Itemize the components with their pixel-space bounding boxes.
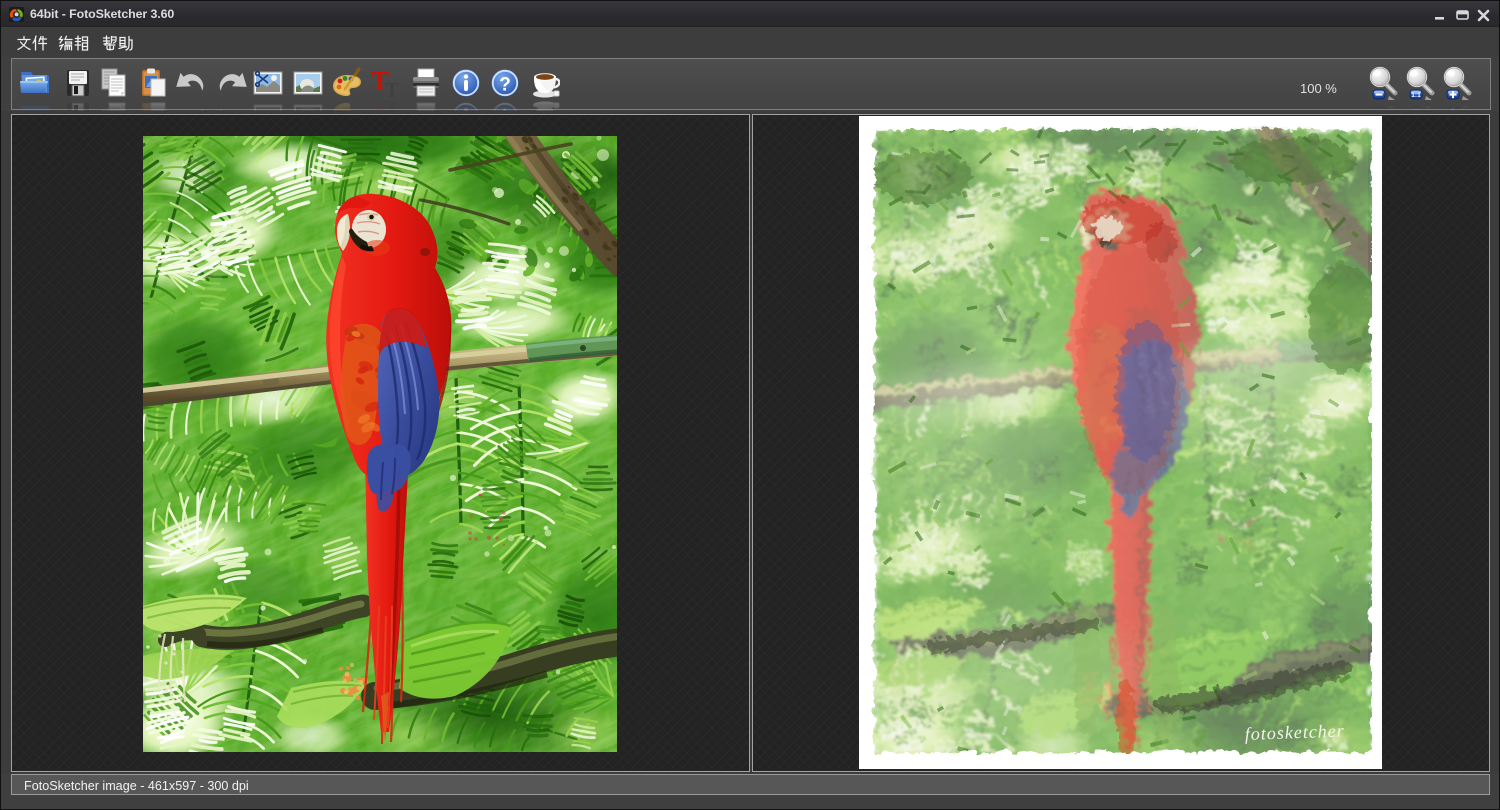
svg-text:1:1: 1:1 [1411, 92, 1421, 99]
svg-text:?: ? [499, 75, 511, 96]
svg-text:fotosketcher: fotosketcher [1244, 721, 1345, 744]
svg-text:T: T [385, 78, 399, 99]
